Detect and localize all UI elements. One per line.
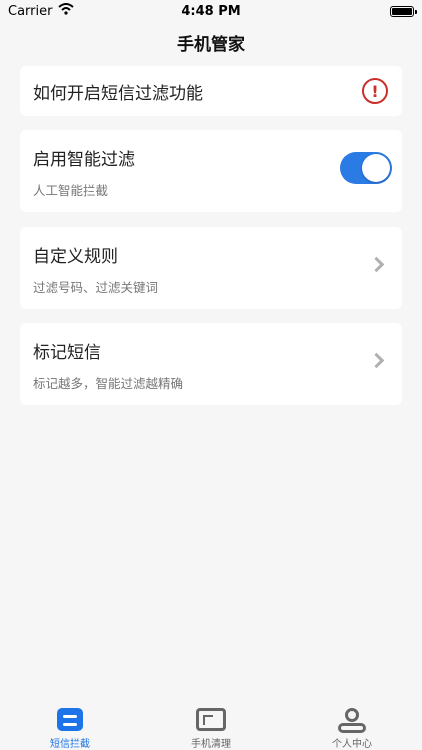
message-filter-icon xyxy=(57,708,83,731)
smart-filter-card: 启用智能过滤 人工智能拦截 xyxy=(20,130,402,212)
tab-profile[interactable]: 个人中心 xyxy=(282,700,422,750)
tab-profile-label: 个人中心 xyxy=(332,739,372,750)
wifi-icon xyxy=(58,3,75,19)
chevron-right-icon xyxy=(368,352,385,369)
carrier-label: Carrier xyxy=(8,3,53,19)
battery-icon xyxy=(390,5,417,17)
mark-sms-card[interactable]: 标记短信 标记越多，智能过滤越精确 xyxy=(20,323,402,405)
mark-sms-subtitle: 标记越多，智能过滤越精确 xyxy=(33,376,184,391)
page-title: 手机管家 xyxy=(177,35,245,55)
status-left: Carrier xyxy=(8,3,75,19)
person-icon xyxy=(338,708,366,733)
custom-rules-subtitle: 过滤号码、过滤关键词 xyxy=(33,280,159,295)
smart-filter-toggle[interactable] xyxy=(340,152,392,184)
filter-help-card[interactable]: 如何开启短信过滤功能 ! xyxy=(20,66,402,116)
smart-filter-subtitle: 人工智能拦截 xyxy=(33,183,109,198)
tab-sms-block[interactable]: 短信拦截 xyxy=(0,700,140,750)
custom-rules-title: 自定义规则 xyxy=(33,247,118,267)
status-bar: Carrier 4:48 PM xyxy=(0,0,422,22)
toggle-knob xyxy=(362,154,390,182)
smart-filter-title: 启用智能过滤 xyxy=(33,150,135,170)
filter-help-title: 如何开启短信过滤功能 xyxy=(33,84,203,104)
phone-clean-icon xyxy=(196,708,226,731)
alert-circle-icon: ! xyxy=(362,78,388,104)
mark-sms-title: 标记短信 xyxy=(33,343,101,363)
tab-phone-clean[interactable]: 手机清理 xyxy=(141,700,281,750)
tab-phone-clean-label: 手机清理 xyxy=(191,739,231,750)
tab-bar: 短信拦截 手机清理 个人中心 xyxy=(0,700,422,750)
chevron-right-icon xyxy=(368,256,385,273)
custom-rules-card[interactable]: 自定义规则 过滤号码、过滤关键词 xyxy=(20,227,402,309)
tab-sms-block-label: 短信拦截 xyxy=(50,739,90,750)
